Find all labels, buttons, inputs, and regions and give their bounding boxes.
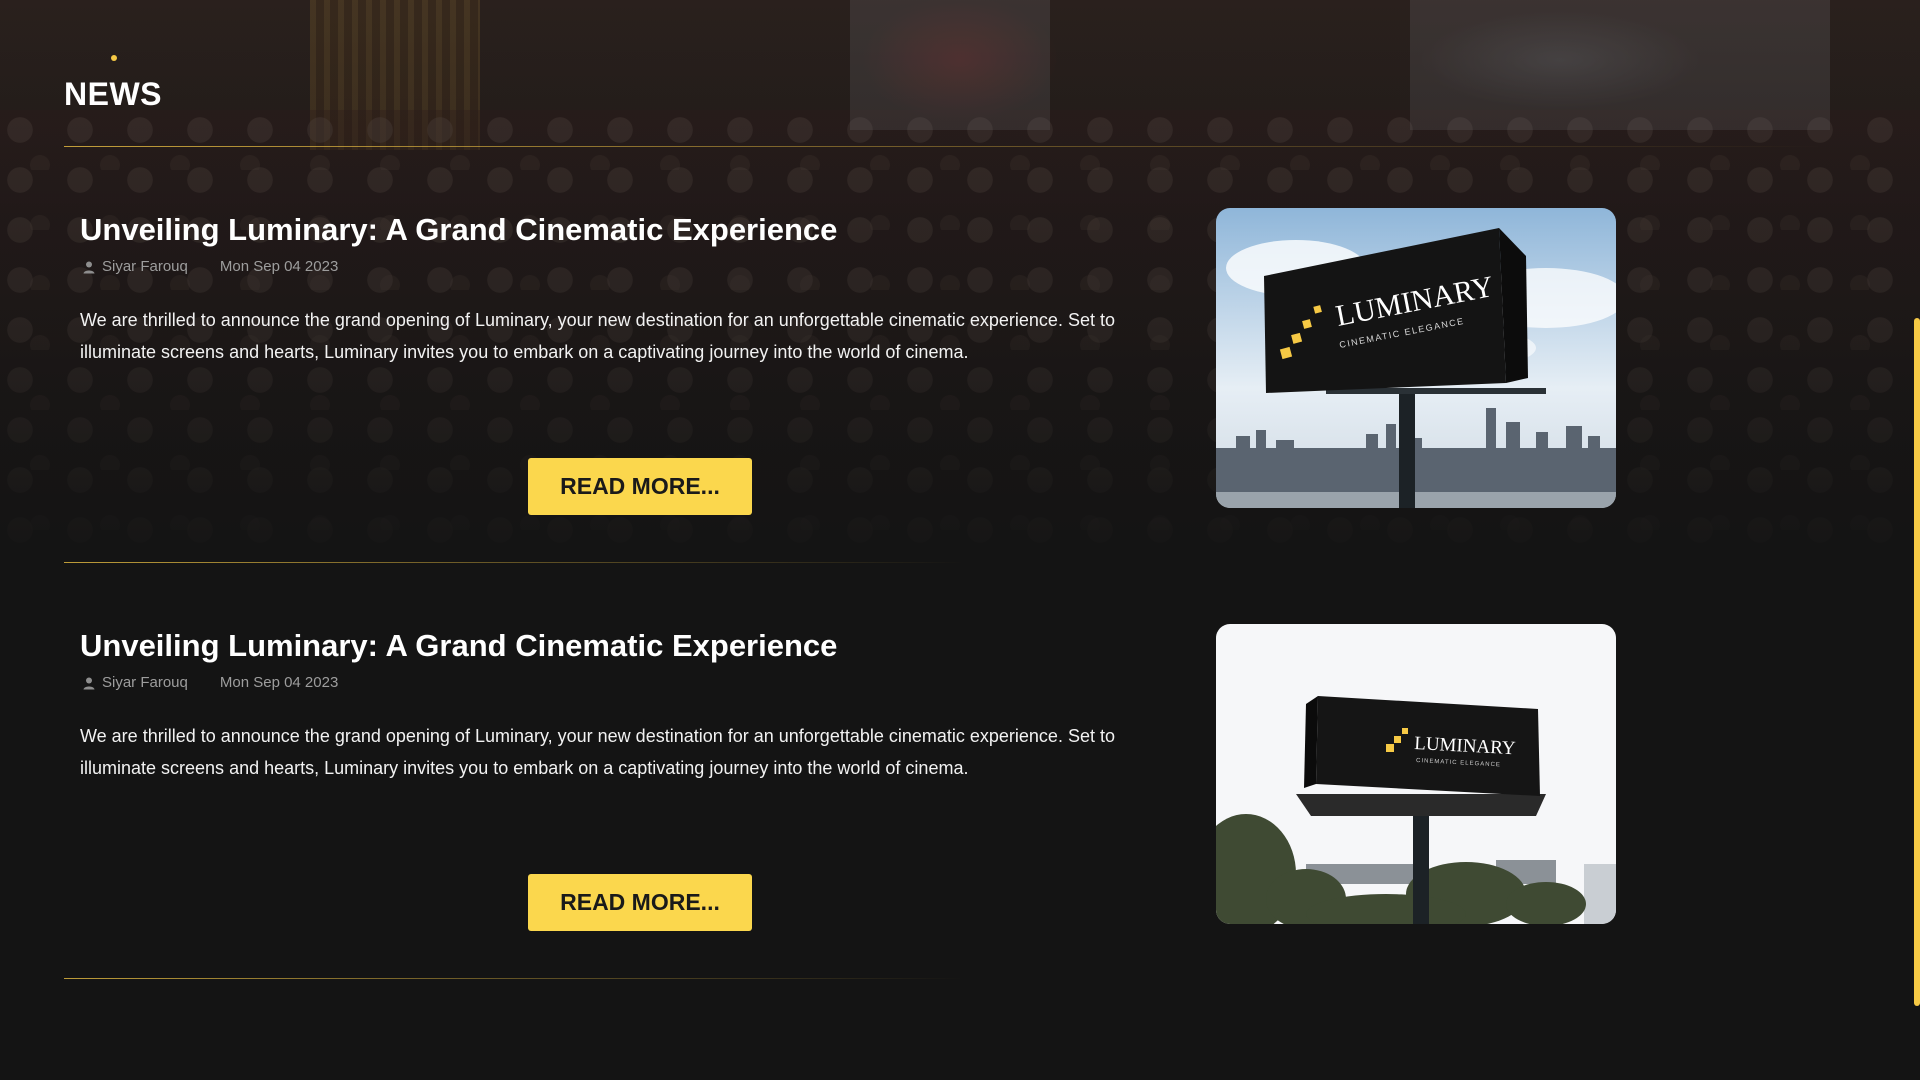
news-meta: Siyar Farouq Mon Sep 04 2023 [82, 674, 338, 691]
news-date: Mon Sep 04 2023 [219, 258, 339, 275]
item-divider [64, 978, 964, 979]
news-item: Unveiling Luminary: A Grand Cinematic Ex… [0, 624, 1920, 968]
section-dot [111, 55, 117, 61]
user-icon [83, 677, 95, 689]
read-more-button[interactable]: READ MORE... [528, 458, 752, 515]
section-title: NEWS [64, 76, 162, 112]
read-more-button[interactable]: READ MORE... [528, 874, 752, 931]
news-author: Siyar Farouq [102, 674, 188, 691]
news-item: Unveiling Luminary: A Grand Cinematic Ex… [0, 208, 1920, 552]
item-divider [64, 562, 964, 563]
news-meta: Siyar Farouq Mon Sep 04 2023 [82, 258, 338, 275]
news-title[interactable]: Unveiling Luminary: A Grand Cinematic Ex… [80, 212, 837, 248]
news-date: Mon Sep 04 2023 [219, 674, 339, 691]
news-author: Siyar Farouq [102, 258, 188, 275]
news-image[interactable]: LUMINARY CINEMATIC ELEGANCE [1216, 208, 1616, 508]
news-section: NEWS Unveiling Luminary: A Grand Cinemat… [0, 0, 1920, 1080]
section-divider [64, 146, 1824, 147]
news-image[interactable]: LUMINARY CINEMATIC ELEGANCE [1216, 624, 1616, 924]
news-excerpt: We are thrilled to announce the grand op… [80, 726, 1115, 778]
news-title[interactable]: Unveiling Luminary: A Grand Cinematic Ex… [80, 628, 837, 664]
scrollbar[interactable] [1914, 318, 1920, 1006]
user-icon [83, 261, 95, 273]
news-excerpt: We are thrilled to announce the grand op… [80, 310, 1115, 362]
